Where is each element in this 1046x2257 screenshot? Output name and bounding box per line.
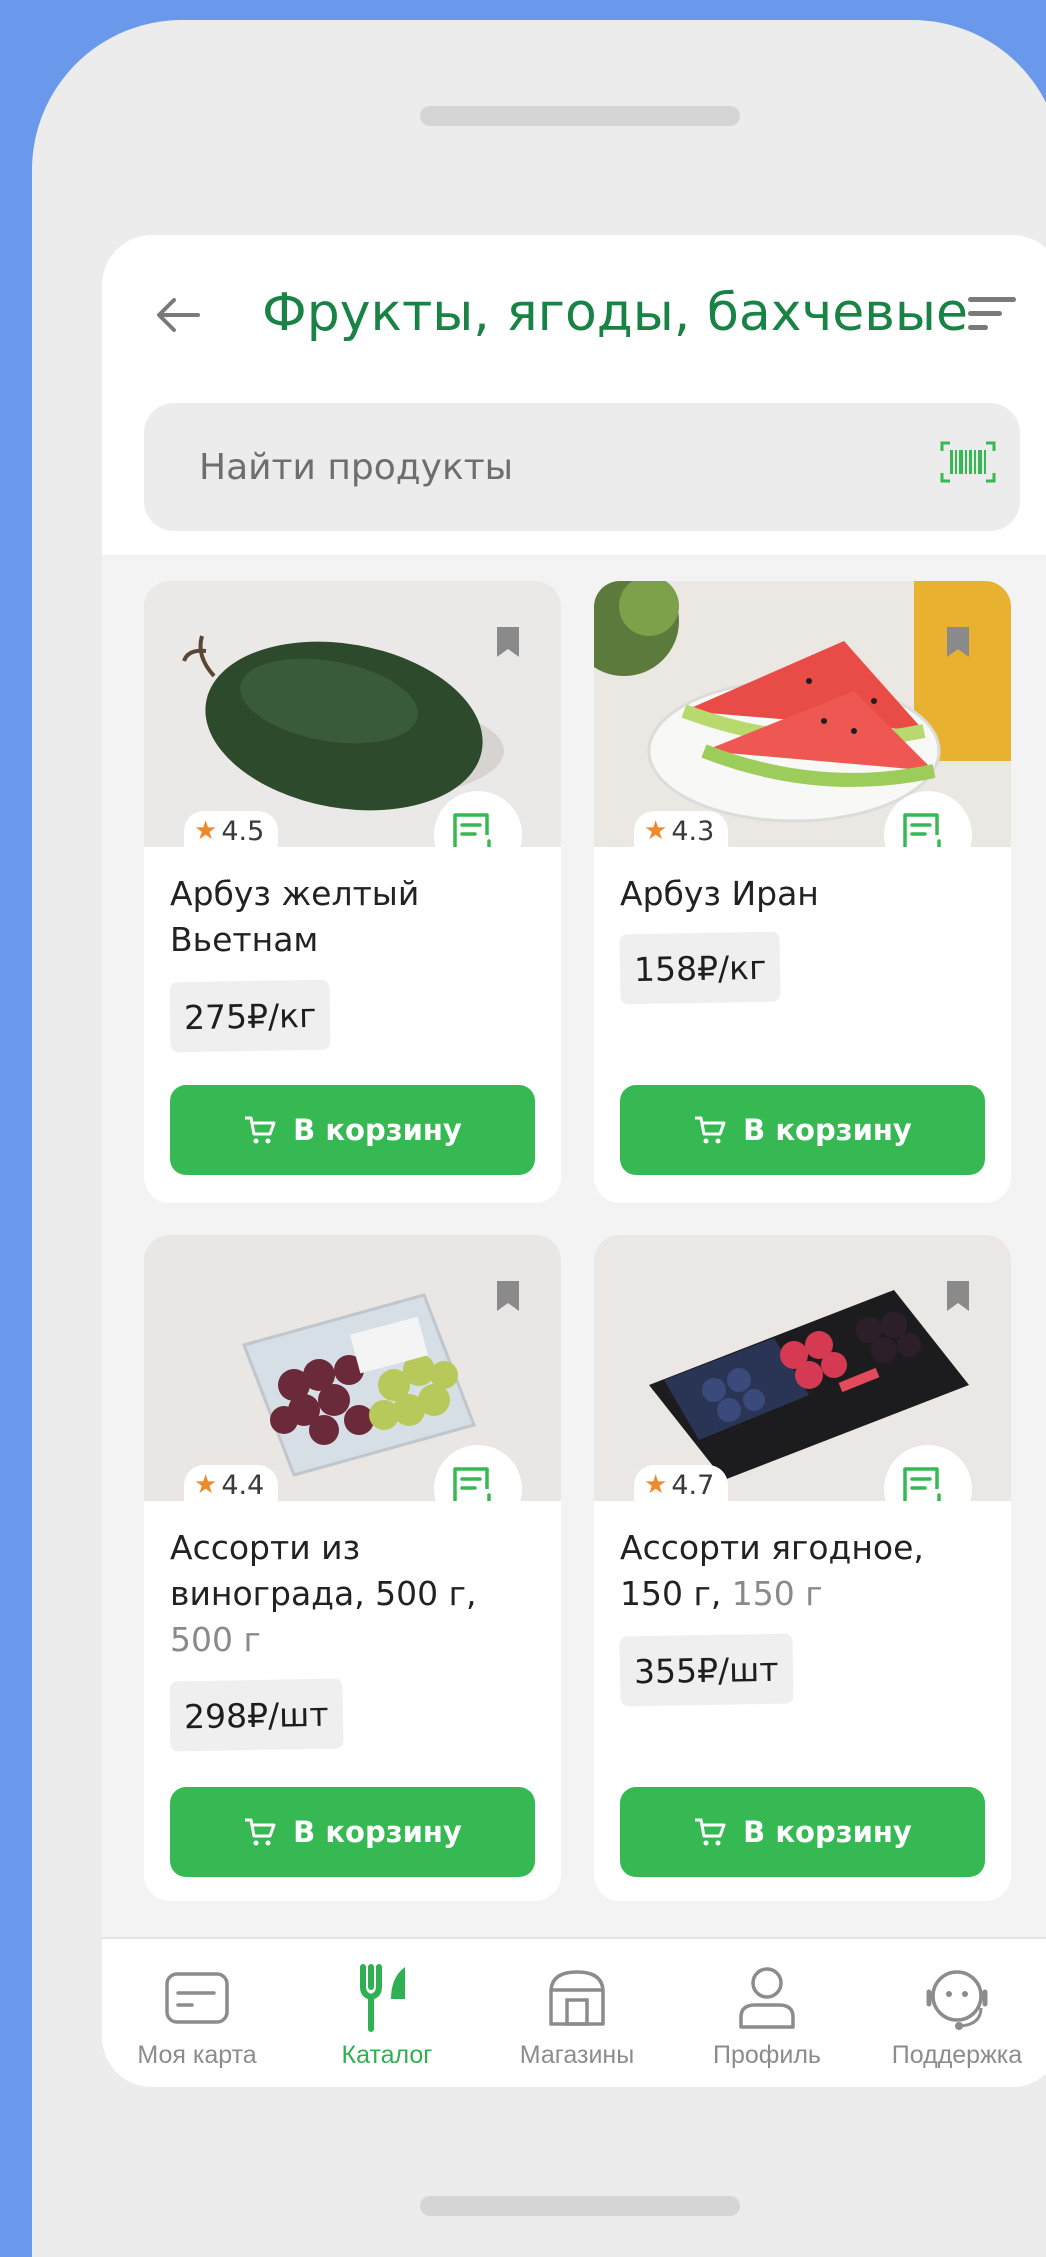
card-icon — [165, 1972, 229, 2024]
add-to-cart-button[interactable]: В корзину — [620, 1085, 985, 1175]
fork-knife-icon — [360, 1964, 405, 2032]
bookmark-icon[interactable] — [495, 625, 521, 659]
search-input[interactable] — [199, 433, 849, 501]
product-image[interactable]: ★ 4.5 — [144, 581, 561, 847]
product-image[interactable]: ★ 4.4 — [144, 1235, 561, 1501]
product-image[interactable]: ★ 4.7 — [594, 1235, 1011, 1501]
product-card[interactable]: ★ 4.4 Ассорти из винограда, 500 г, 500 г… — [144, 1235, 561, 1901]
cart-icon — [245, 1818, 276, 1846]
rating-badge: ★ 4.7 — [634, 1465, 729, 1501]
star-icon: ★ — [194, 816, 218, 846]
profile-icon — [739, 1967, 795, 2029]
product-card[interactable]: ★ 4.7 Ассорти ягодное, 150 г, 150 г 355₽… — [594, 1235, 1011, 1901]
product-price: 158₽/кг — [619, 931, 781, 1005]
list-add-icon — [453, 813, 491, 847]
nav-item-profile[interactable]: Профиль — [672, 1939, 862, 2087]
star-icon: ★ — [644, 1470, 668, 1500]
product-name[interactable]: Ассорти ягодное, 150 г, 150 г — [620, 1525, 990, 1617]
arrow-left-icon — [157, 298, 200, 332]
support-icon — [926, 1970, 988, 2030]
sort-icon — [968, 297, 1016, 330]
phone-speaker — [420, 106, 740, 126]
nav-item-support[interactable]: Поддержка — [862, 1939, 1046, 2087]
bookmark-icon[interactable] — [945, 1279, 971, 1313]
list-add-icon — [453, 1467, 491, 1501]
cart-icon — [245, 1116, 276, 1144]
store-icon — [549, 1970, 605, 2026]
phone-frame: Фрукты, ягоды, бахчевые Найти продукты ★… — [32, 20, 1046, 2257]
search-bar — [144, 403, 1020, 531]
rating-badge: ★ 4.5 — [184, 811, 279, 847]
product-card[interactable]: ★ 4.3 Арбуз Иран 158₽/кг В корзину — [594, 581, 1011, 1203]
nav-item-catalog[interactable]: Каталог — [292, 1939, 482, 2087]
list-add-icon — [903, 813, 941, 847]
barcode-scan-button[interactable] — [940, 441, 996, 491]
header: Фрукты, ягоды, бахчевые — [102, 235, 1046, 555]
product-name[interactable]: Арбуз желтый Вьетнам — [170, 871, 540, 963]
page-title: Фрукты, ягоды, бахчевые — [262, 283, 968, 343]
add-to-cart-button[interactable]: В корзину — [170, 1787, 535, 1877]
bookmark-icon[interactable] — [945, 625, 971, 659]
add-to-cart-button[interactable]: В корзину — [620, 1787, 985, 1877]
rating-badge: ★ 4.4 — [184, 1465, 279, 1501]
rating-badge: ★ 4.3 — [634, 811, 729, 847]
star-icon: ★ — [194, 1470, 218, 1500]
nav-item-stores[interactable]: Магазины — [482, 1939, 672, 2087]
add-to-cart-button[interactable]: В корзину — [170, 1085, 535, 1175]
product-image[interactable]: ★ 4.3 — [594, 581, 1011, 847]
home-indicator — [420, 2196, 740, 2216]
product-price: 298₽/шт — [169, 1678, 344, 1752]
nav-item-my-card[interactable]: Моя карта — [102, 1939, 292, 2087]
product-name[interactable]: Арбуз Иран — [620, 871, 990, 917]
cart-icon — [695, 1818, 726, 1846]
cart-icon — [695, 1116, 726, 1144]
product-price: 275₽/кг — [169, 979, 331, 1053]
star-icon: ★ — [644, 816, 668, 846]
bookmark-icon[interactable] — [495, 1279, 521, 1313]
sort-button[interactable] — [964, 291, 1024, 341]
back-button[interactable] — [148, 285, 208, 345]
bottom-nav: Моя карта Каталог Магазины Профиль Подде… — [102, 1937, 1046, 2087]
product-price: 355₽/шт — [619, 1633, 794, 1707]
list-add-icon — [903, 1467, 941, 1501]
app-screen: Фрукты, ягоды, бахчевые Найти продукты ★… — [102, 235, 1046, 2087]
barcode-scan-icon — [940, 441, 996, 483]
product-name[interactable]: Ассорти из винограда, 500 г, 500 г — [170, 1525, 540, 1663]
product-card[interactable]: ★ 4.5 Арбуз желтый Вьетнам 275₽/кг В кор… — [144, 581, 561, 1203]
